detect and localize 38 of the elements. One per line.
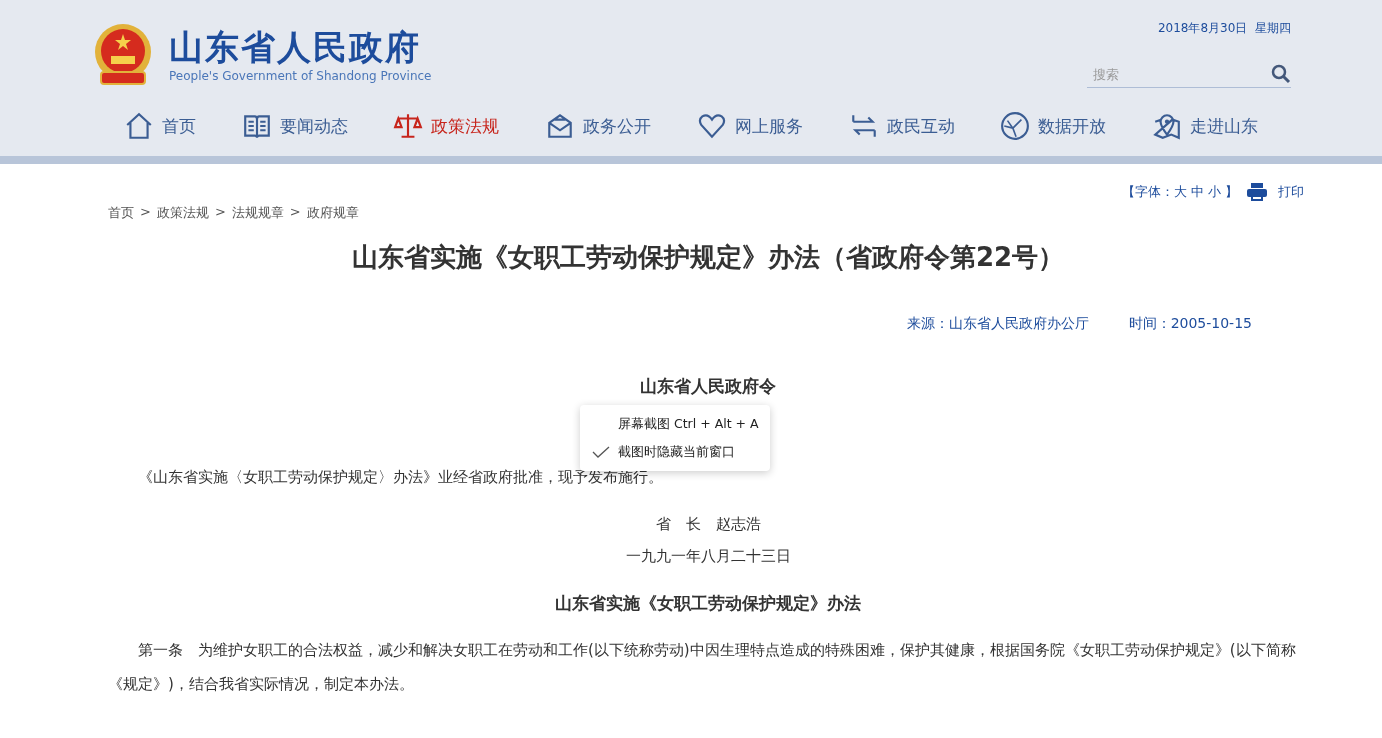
font-size-links[interactable]: 【字体：大 中 小 】	[1121, 183, 1238, 201]
menu-item[interactable]: 屏幕截图 Ctrl + Alt + A	[580, 410, 770, 438]
breadcrumb-separator: >	[289, 204, 301, 221]
source-text: 来源：山东省人民政府办公厅	[906, 315, 1089, 333]
print-button[interactable]: 打印	[1246, 182, 1304, 202]
paragraph: 第一条 为维护女职工的合法权益，减少和解决女职工在劳动和工作(以下统称劳动)中因生理特点造成的特殊困难，保护其健康，根据国务院《女职工劳动保护规定》(以下简称《规定》)，结合我省实际情况，制定本办法。	[108, 640, 1297, 695]
paragraph: 《山东省实施〈女职工劳动保护规定〉办法》业经省政府批准，现予发布施行。	[137, 467, 664, 488]
breadcrumb-link[interactable]: 首页	[108, 204, 134, 222]
nav-tab[interactable]: 政务公开	[539, 107, 658, 145]
nav-tab[interactable]: 政民互动	[842, 107, 961, 145]
nav-tab[interactable]: 数据开放	[994, 107, 1113, 145]
date-text: 2018年8月30日 星期四	[1157, 20, 1291, 37]
section-heading: 山东省实施《女职工劳动保护规定》办法	[554, 592, 862, 615]
time-text: 时间：2005-10-15	[1128, 315, 1252, 333]
nav-tab[interactable]: 要闻动态	[235, 107, 354, 145]
search-icon[interactable]	[1271, 64, 1291, 84]
nav-tab[interactable]: 走进山东	[1146, 107, 1265, 145]
site-name-english: People's Government of Shandong Province	[169, 69, 432, 83]
menu-item[interactable]: 截图时隐藏当前窗口	[580, 438, 770, 466]
heart-icon	[696, 111, 727, 141]
nav-tab[interactable]: 政策法规	[387, 107, 506, 145]
breadcrumb-separator: >	[214, 204, 226, 221]
nav-tab[interactable]: 网上服务	[690, 107, 809, 145]
signature-line: 省 长 赵志浩	[654, 514, 762, 535]
breadcrumb-link[interactable]: 政府规章	[306, 204, 359, 222]
scales-icon	[393, 111, 424, 141]
site-name: 山东省人民政府	[169, 27, 422, 67]
breadcrumb-link[interactable]: 政策法规	[156, 204, 209, 222]
printer-icon	[1246, 182, 1268, 202]
map-pin-icon	[1152, 111, 1183, 141]
breadcrumb-link[interactable]: 法规规章	[231, 204, 284, 222]
signature-line: 一九九一年八月二十三日	[624, 546, 792, 567]
nav-tab[interactable]: 首页	[117, 107, 202, 145]
breadcrumb-separator: >	[140, 204, 151, 221]
globe-icon	[1000, 111, 1031, 141]
article-title: 山东省实施《女职工劳动保护规定》办法（省政府令第22号）	[350, 241, 1066, 274]
search-field[interactable]: 搜索	[1087, 66, 1271, 82]
section-heading: 山东省人民政府令	[639, 375, 777, 398]
